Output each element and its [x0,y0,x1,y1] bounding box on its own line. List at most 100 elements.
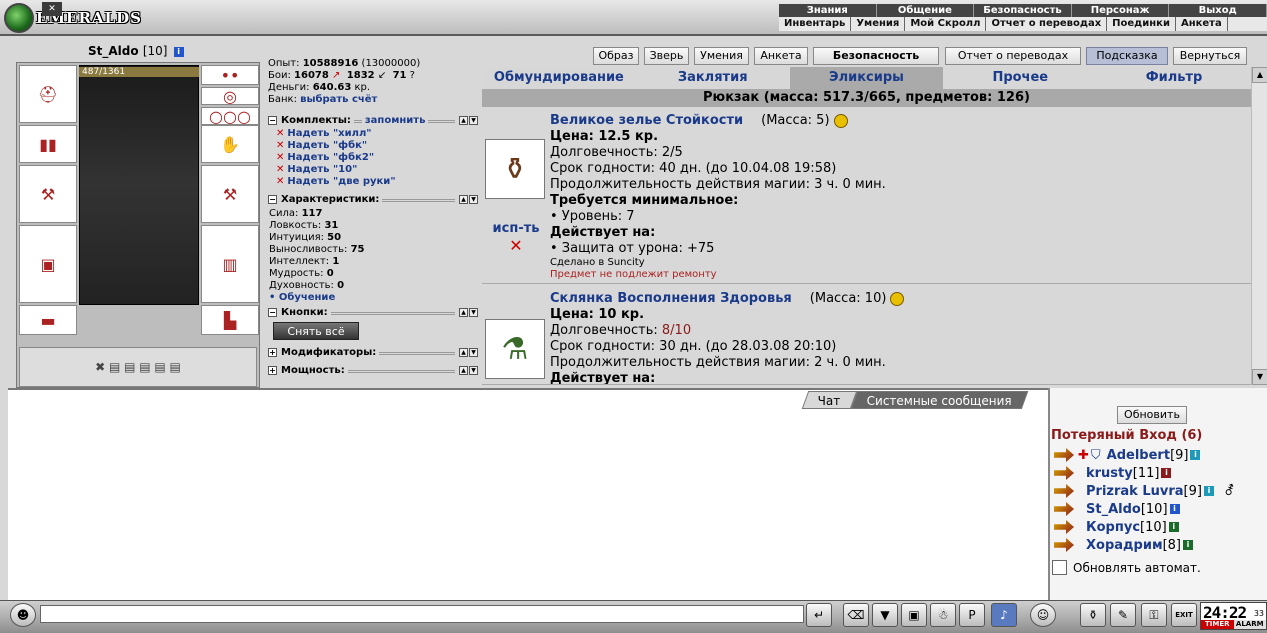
music-icon[interactable]: ♪ [991,603,1017,627]
arrow-down-icon[interactable]: ▼ [469,365,478,375]
amulet-slot[interactable]: ◎ [201,87,259,106]
send-icon[interactable]: ↵ [806,603,832,627]
arrow-up-icon[interactable]: ▲ [459,347,468,357]
boots-slot[interactable]: ▙ [201,305,259,335]
transfer-report-button[interactable]: Отчет о переводах [945,47,1081,65]
item-thumbnail[interactable]: ⚱ [485,139,545,199]
info-icon[interactable]: i [1168,522,1179,532]
monitor-icon[interactable]: ▣ [901,603,927,627]
gloves-slot[interactable]: ✋ [201,125,259,163]
remember-link[interactable]: запомнить [365,115,426,126]
collapse-icon[interactable]: − [268,115,277,125]
chat-area[interactable] [8,388,1048,600]
player-row[interactable]: ✚ ⛉ Adelbert [9] i [1054,446,1201,464]
scroll-up-icon[interactable]: ▲ [1252,67,1267,83]
chat-input[interactable] [40,605,804,623]
kit-item[interactable]: ✕ Надеть "хилл" [276,128,396,140]
player-row[interactable]: Хорадрим [8] i [1054,536,1193,554]
security-button[interactable]: Безопасность [813,47,939,65]
player-row[interactable]: krusty [11] i [1054,464,1172,482]
eraser-icon[interactable]: ⌫ [843,603,869,627]
info-icon[interactable]: i [1169,504,1180,514]
submenu-skills[interactable]: Умения [851,17,906,31]
auto-refresh-checkbox[interactable]: Обновлять автомат. [1052,560,1201,575]
delete-icon[interactable]: ✕ [276,128,284,139]
training-link[interactable]: • Обучение [269,292,365,304]
look-button[interactable]: Образ [593,47,639,65]
filter-icon[interactable]: ▼ [872,603,898,627]
submenu-my-scroll[interactable]: Мой Скролл [905,17,987,31]
player-row[interactable]: St_Aldo [10] i [1054,500,1180,518]
return-button[interactable]: Вернуться [1173,47,1247,65]
helmet-slot[interactable]: ⛑ [19,65,77,123]
weapon-right-slot[interactable]: ⚒ [201,165,259,223]
belt-slot[interactable]: ▬ [19,305,77,335]
expand-icon[interactable]: + [268,347,277,357]
smiley-head-icon[interactable]: ☻ [10,603,36,627]
player-row[interactable]: Prizrak Luvra [9] i ⚦ [1054,482,1235,500]
clock-widget[interactable]: 24:22 33 TIMER ALARM [1200,602,1267,630]
tab-filter[interactable]: Фильтр [1097,67,1251,89]
submenu-inventory[interactable]: Инвентарь [779,17,852,31]
delete-icon[interactable]: ✕ [490,236,542,255]
info-icon[interactable]: i [1183,540,1193,550]
tab-system-messages[interactable]: Системные сообщения [850,391,1028,409]
menu-communication[interactable]: Общение [877,4,975,18]
scroll-down-icon[interactable]: ▼ [1252,369,1267,385]
info-icon[interactable]: i [1161,468,1172,478]
tab-other[interactable]: Прочее [943,67,1097,89]
kits-section[interactable]: − Комплекты: запомнить ▲ ▼ [268,114,478,126]
smiley-icon[interactable]: ☺ [1030,603,1056,627]
pet-button[interactable]: Зверь [644,47,689,65]
info-icon[interactable]: i [173,46,184,57]
menu-security[interactable]: Безопасность [974,4,1072,18]
bag-icon[interactable]: ⚱ [1080,603,1106,627]
collapse-icon[interactable]: − [268,307,277,317]
kit-item[interactable]: ✕ Надеть "фбк2" [276,152,396,164]
remove-all-button[interactable]: Снять всё [273,322,359,340]
inventory-scrollbar[interactable]: ▲ ▼ [1251,67,1267,385]
menu-character[interactable]: Персонаж [1072,4,1170,18]
rings-slot[interactable]: ○○○ [201,107,259,126]
info-icon[interactable]: i [1203,486,1214,496]
exit-icon[interactable]: EXIT [1171,603,1197,627]
tab-equipment[interactable]: Обмундирование [482,67,636,89]
profile-button[interactable]: Анкета [754,47,808,65]
delete-icon[interactable]: ✕ [276,164,284,175]
hint-button[interactable]: Подсказка [1086,47,1168,65]
tab-elixirs[interactable]: Эликсиры [789,67,944,89]
characteristics-section[interactable]: − Характеристики: ▲ ▼ [268,193,478,205]
kit-item[interactable]: ✕ Надеть "две руки" [276,176,396,188]
use-button[interactable]: исп-ть ✕ [490,221,542,255]
collapse-icon[interactable]: − [268,194,277,204]
info-icon[interactable]: i [1190,450,1201,460]
delete-icon[interactable]: ✕ [276,176,284,187]
armor-slot[interactable]: ▣ [19,225,77,303]
lock-icon[interactable]: ⚿ [1141,603,1167,627]
run-icon[interactable]: ☃ [930,603,956,627]
delete-icon[interactable]: ✕ [276,140,284,151]
expand-icon[interactable]: + [268,365,277,375]
tab-chat[interactable]: Чат [801,391,857,409]
arrow-down-icon[interactable]: ▼ [469,347,478,357]
item-name[interactable]: Склянка Восполнения Здоровья [550,291,792,306]
delete-icon[interactable]: ✕ [276,152,284,163]
kit-item[interactable]: ✕ Надеть "фбк" [276,140,396,152]
tab-spells[interactable]: Заклятия [636,67,790,89]
menu-exit[interactable]: Выход [1169,4,1267,18]
arrow-down-icon[interactable]: ▼ [469,115,478,125]
bracers-slot[interactable]: ▮▮ [19,125,77,163]
arrow-down-icon[interactable]: ▼ [469,194,478,204]
submenu-transfer-report[interactable]: Отчет о переводах [986,17,1108,31]
arrow-down-icon[interactable]: ▼ [469,307,478,317]
skills-button[interactable]: Умения [694,47,749,65]
alarm-label[interactable]: ALARM [1233,620,1266,629]
spell-slots[interactable]: ✖ ▤ ▤ ▤ ▤ ▤ [19,347,257,387]
menu-knowledge[interactable]: Знания [779,4,877,18]
arrow-up-icon[interactable]: ▲ [459,307,468,317]
item-thumbnail[interactable]: ⚗ [485,319,545,379]
kit-item[interactable]: ✕ Надеть "10" [276,164,396,176]
buttons-section[interactable]: − Кнопки: ▲ ▼ [268,306,478,318]
power-section[interactable]: + Мощность: ▲ ▼ [268,364,478,376]
earrings-slot[interactable]: •• [201,65,259,85]
